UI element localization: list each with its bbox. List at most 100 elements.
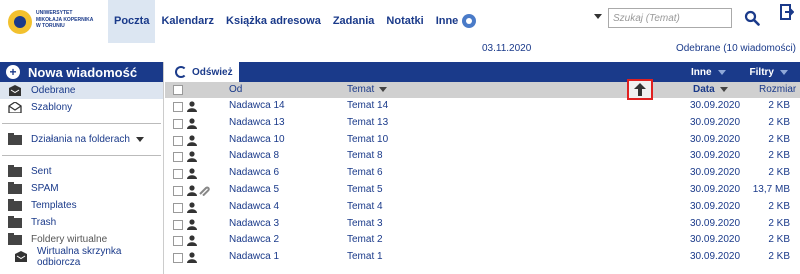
person-icon [187,202,197,213]
toolbar-right: Inne Filtry [679,62,800,82]
nav-item-poczta[interactable]: Poczta [108,0,156,43]
column-header-subject-label: Temat [347,84,375,95]
row-from: Nadawca 5 [229,183,280,195]
row-subject: Temat 6 [347,167,383,179]
row-subject: Temat 8 [347,150,383,162]
folder-status: Odebrane (10 wiadomości) [675,43,796,54]
row-size: 2 KB [768,200,790,212]
nav-item-inne[interactable]: Inne [430,0,483,43]
row-checkbox[interactable] [173,135,183,146]
chevron-down-icon [135,137,144,142]
other-menu[interactable]: Inne [679,67,738,78]
row-from: Nadawca 13 [229,116,285,128]
person-icon [187,185,197,196]
row-checkbox[interactable] [173,152,183,163]
row-subject: Temat 2 [347,234,383,246]
table-row[interactable]: Nadawca 5 Temat 5 30.09.2020 13,7 MB [165,182,800,199]
sidebar-divider [2,155,161,156]
table-row[interactable]: Nadawca 6 Temat 6 30.09.2020 2 KB [165,165,800,182]
table-row[interactable]: Nadawca 2 Temat 2 30.09.2020 2 KB [165,232,800,249]
column-header-from[interactable]: Od [229,82,242,98]
column-header-date[interactable]: Data [693,82,728,98]
sidebar-item-virtual-inbox[interactable]: Wirtualna skrzynka odbiorcza [0,245,163,268]
row-from: Nadawca 2 [229,234,280,246]
row-date: 30.09.2020 [690,167,741,179]
person-icon [187,101,197,112]
nav-item-notatki[interactable]: Notatki [380,0,429,43]
select-all-checkbox[interactable] [173,85,183,95]
row-subject: Temat 3 [347,217,383,229]
row-from: Nadawca 6 [229,167,280,179]
table-row[interactable]: Nadawca 3 Temat 3 30.09.2020 2 KB [165,216,800,233]
row-checkbox[interactable] [173,219,183,230]
sidebar-item-szablony[interactable]: Szablony [0,99,163,116]
row-date: 30.09.2020 [690,150,741,162]
virtual-folder-icon [8,232,22,245]
row-checkbox[interactable] [173,202,183,213]
arrow-up-icon [634,83,646,96]
folder-actions-menu[interactable]: Działania na folderach [0,131,163,148]
folder-icon [8,181,22,194]
nav-item-ksiazka-adresowa[interactable]: Książka adresowa [220,0,327,43]
table-row[interactable]: Nadawca 4 Temat 4 30.09.2020 2 KB [165,199,800,216]
sidebar-item-label: Sent [31,166,52,177]
sidebar-item-odebrane[interactable]: Odebrane [0,82,163,99]
row-subject: Temat 1 [347,251,383,263]
new-message-button[interactable]: + Nowa wiadomość [0,62,163,82]
person-icon [187,252,197,264]
row-checkbox[interactable] [173,118,183,129]
row-date: 30.09.2020 [690,234,741,246]
row-checkbox[interactable] [173,236,183,247]
row-size: 2 KB [768,217,790,229]
university-logo[interactable]: UNIWERSYTET MIKOŁAJA KOPERNIKA W TORUNIU [8,8,108,38]
sidebar-item-trash[interactable]: Trash [0,214,163,231]
row-subject: Temat 14 [347,100,389,111]
refresh-icon [175,66,187,78]
row-subject: Temat 13 [347,116,389,128]
sort-direction-button[interactable] [627,79,653,100]
sidebar-item-label: Wirtualna skrzynka odbiorcza [37,245,122,268]
sidebar-item-label: Trash [31,217,57,228]
logo-mark-icon [8,10,32,34]
row-date: 30.09.2020 [690,251,741,263]
filters-menu[interactable]: Filtry [738,67,800,78]
search-icon[interactable] [744,10,760,26]
row-checkbox[interactable] [173,185,183,196]
table-row[interactable]: Nadawca 13 Temat 13 30.09.2020 2 KB [165,115,800,132]
attachment-icon [199,186,210,196]
row-date: 30.09.2020 [690,217,741,229]
row-checkbox[interactable] [173,169,183,180]
refresh-button[interactable]: Odśwież [165,62,240,82]
row-date: 30.09.2020 [690,183,741,195]
gear-icon[interactable] [462,14,477,29]
other-menu-label: Inne [690,66,712,78]
sidebar-item-spam[interactable]: SPAM [0,180,163,197]
chevron-down-icon [717,69,726,75]
row-date: 30.09.2020 [690,100,741,111]
sidebar-item-label: SPAM [31,183,59,194]
sidebar-item-sent[interactable]: Sent [0,163,163,180]
search-input[interactable] [608,8,732,28]
person-icon [187,151,197,163]
logout-icon[interactable] [780,4,794,20]
table-row[interactable]: Nadawca 1 Temat 1 30.09.2020 2 KB [165,249,800,266]
row-checkbox[interactable] [173,253,183,264]
table-row[interactable]: Nadawca 10 Temat 10 30.09.2020 2 KB [165,132,800,149]
sidebar-item-templates[interactable]: Templates [0,197,163,214]
row-date: 30.09.2020 [690,200,741,212]
sidebar: + Nowa wiadomość Odebrane Szablony Dział… [0,62,164,274]
table-row[interactable]: Nadawca 14 Temat 14 30.09.2020 2 KB [165,98,800,115]
row-checkbox[interactable] [173,102,183,112]
person-icon [187,235,197,247]
column-header-subject[interactable]: Temat [347,82,388,98]
nav-item-kalendarz[interactable]: Kalendarz [155,0,220,43]
sidebar-item-label: Odebrane [31,85,76,96]
folder-actions-label: Działania na folderach [31,134,130,145]
search-scope-dropdown-icon[interactable] [594,14,602,19]
row-size: 2 KB [768,150,790,162]
column-header-size[interactable]: Rozmiar [759,82,796,98]
nav-item-zadania[interactable]: Zadania [327,0,381,43]
folder-icon [8,164,22,177]
filters-menu-label: Filtry [749,66,774,78]
table-row[interactable]: Nadawca 8 Temat 8 30.09.2020 2 KB [165,148,800,165]
